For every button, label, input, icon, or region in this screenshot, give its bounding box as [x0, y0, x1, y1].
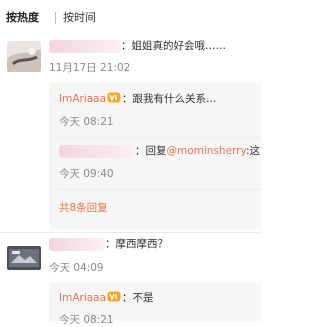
commenter-name-blurred[interactable]: [49, 238, 105, 251]
reply-text: ：不是: [122, 292, 154, 304]
comment-text: ：姐姐真的好会哦……: [121, 40, 226, 52]
sort-bar: 按热度 按时间: [0, 0, 261, 30]
mention-link[interactable]: @mominsherry: [167, 145, 246, 157]
commenter-name-blurred[interactable]: [49, 40, 121, 53]
reply-prefix: ：回复: [135, 145, 167, 157]
comment-time: 11月17日 21:02: [49, 62, 131, 74]
comment-divider: [0, 232, 261, 233]
reply-item: ImAriaaa ：跟我有什么关系…: [59, 92, 259, 106]
sort-by-hot-tab[interactable]: 按热度: [6, 11, 39, 25]
view-all-replies-link[interactable]: 共8条回复: [59, 201, 108, 215]
reply-item: ：回复@mominsherry:这: [135, 144, 261, 158]
reply-divider: [59, 137, 261, 138]
commenter-avatar[interactable]: [7, 41, 41, 72]
reply-time: 今天 08:21: [59, 314, 114, 326]
reply-author-link[interactable]: ImAriaaa: [59, 292, 106, 304]
sort-by-time-tab[interactable]: 按时间: [63, 11, 96, 25]
reply-time: 今天 09:40: [59, 168, 114, 180]
sort-divider: [55, 12, 56, 24]
comment-time: 今天 04:09: [49, 262, 104, 274]
vip-badge-icon: [107, 92, 121, 103]
reply-author-link[interactable]: ImAriaaa: [59, 93, 106, 105]
reply-author-blurred[interactable]: [59, 145, 135, 158]
reply-item: ImAriaaa ：不是: [59, 291, 259, 305]
commenter-avatar[interactable]: [7, 246, 41, 270]
reply-divider: [59, 189, 261, 190]
reply-text: ：跟我有什么关系…: [122, 93, 217, 105]
comment-text: ：摩西摩西？: [105, 238, 168, 250]
reply-suffix: :这: [245, 145, 260, 157]
vip-badge-icon: [107, 291, 121, 302]
reply-time: 今天 08:21: [59, 116, 114, 128]
